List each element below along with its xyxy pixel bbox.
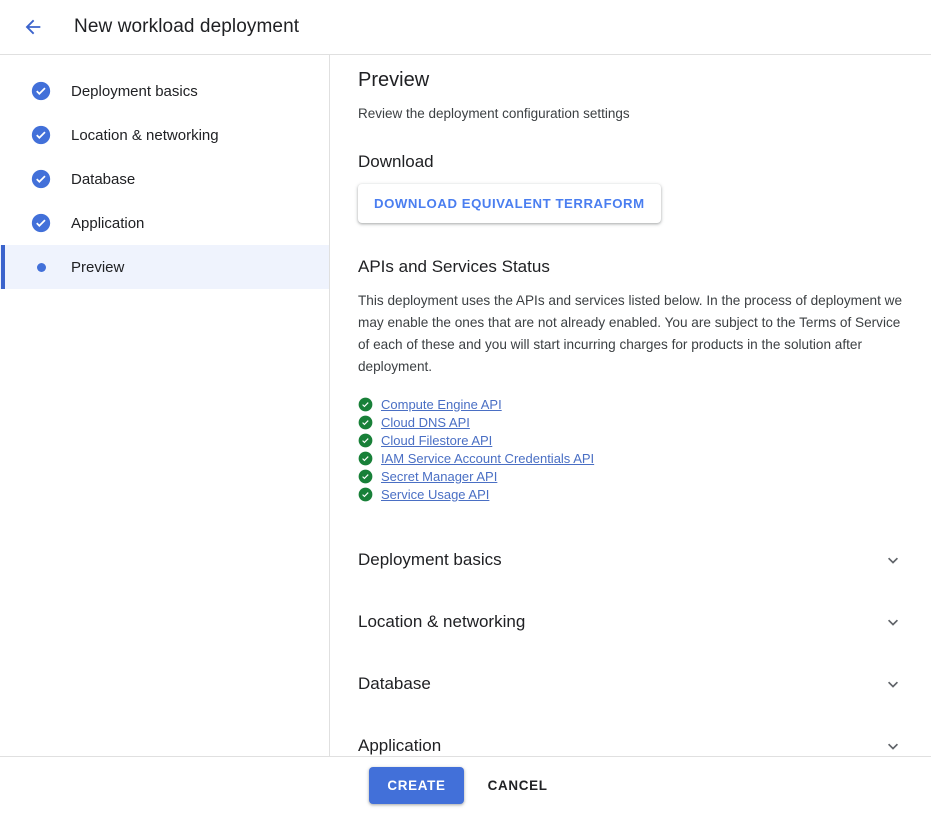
check-circle-green-icon xyxy=(358,469,373,484)
api-link[interactable]: Cloud DNS API xyxy=(381,415,470,430)
apis-status-heading: APIs and Services Status xyxy=(358,257,550,276)
sidebar-item-label: Application xyxy=(71,214,145,232)
preview-content: Preview Review the deployment configurat… xyxy=(330,55,931,756)
api-link[interactable]: Service Usage API xyxy=(381,487,489,502)
check-circle-icon xyxy=(29,167,53,191)
check-circle-green-icon xyxy=(358,433,373,448)
arrow-left-icon xyxy=(22,16,44,38)
accordion-section-deployment-basics[interactable]: Deployment basics xyxy=(358,529,907,591)
accordion-label: Location & networking xyxy=(358,612,526,631)
sidebar-item-application[interactable]: Application xyxy=(0,201,329,245)
accordion-section-location-networking[interactable]: Location & networking xyxy=(358,591,907,653)
api-link[interactable]: Cloud Filestore API xyxy=(381,433,492,448)
check-circle-icon xyxy=(29,211,53,235)
accordion-label: Application xyxy=(358,736,442,755)
check-circle-green-icon xyxy=(358,415,373,430)
page-title: New workload deployment xyxy=(74,16,300,37)
accordion-label: Database xyxy=(358,674,431,693)
sidebar-item-label: Preview xyxy=(71,258,125,276)
check-circle-icon xyxy=(29,79,53,103)
chevron-down-icon[interactable] xyxy=(881,672,905,696)
sidebar-item-label: Location & networking xyxy=(71,126,219,144)
dot-icon xyxy=(29,255,53,279)
cancel-button[interactable]: CANCEL xyxy=(474,767,562,804)
wizard-steps-sidebar: Deployment basics Location & networking xyxy=(0,55,330,756)
apis-status-description: This deployment uses the APIs and servic… xyxy=(358,293,903,374)
preview-heading: Preview xyxy=(358,69,430,91)
chevron-down-icon[interactable] xyxy=(881,548,905,572)
sidebar-item-database[interactable]: Database xyxy=(0,157,329,201)
check-circle-green-icon xyxy=(358,451,373,466)
sidebar-item-deployment-basics[interactable]: Deployment basics xyxy=(0,69,329,113)
download-terraform-button[interactable]: DOWNLOAD EQUIVALENT TERRAFORM xyxy=(358,184,661,223)
page-footer: CREATE CANCEL xyxy=(0,757,931,814)
accordion-section-database[interactable]: Database xyxy=(358,653,907,715)
check-circle-green-icon xyxy=(358,487,373,502)
summary-accordion: Deployment basics Location & networking xyxy=(358,529,907,756)
accordion-section-application[interactable]: Application xyxy=(358,715,907,756)
list-item: Secret Manager API xyxy=(358,467,907,485)
list-item: IAM Service Account Credentials API xyxy=(358,449,907,467)
accordion-label: Deployment basics xyxy=(358,550,502,569)
download-heading: Download xyxy=(358,152,434,171)
api-link[interactable]: Secret Manager API xyxy=(381,469,497,484)
chevron-down-icon[interactable] xyxy=(881,610,905,634)
list-item: Compute Engine API xyxy=(358,395,907,413)
create-button[interactable]: CREATE xyxy=(369,767,464,804)
api-link[interactable]: Compute Engine API xyxy=(381,397,502,412)
sidebar-item-location-networking[interactable]: Location & networking xyxy=(0,113,329,157)
api-list: Compute Engine API Cloud DNS API Cloud F… xyxy=(358,395,907,503)
new-workload-deployment-page: New workload deployment Deployment basic… xyxy=(0,0,931,814)
sidebar-item-preview[interactable]: Preview xyxy=(0,245,329,289)
list-item: Cloud Filestore API xyxy=(358,431,907,449)
check-circle-green-icon xyxy=(358,397,373,412)
chevron-down-icon[interactable] xyxy=(881,734,905,756)
back-button[interactable] xyxy=(13,7,53,47)
list-item: Cloud DNS API xyxy=(358,413,907,431)
sidebar-item-label: Database xyxy=(71,170,136,188)
check-circle-icon xyxy=(29,123,53,147)
page-body: Deployment basics Location & networking xyxy=(0,55,931,757)
page-header: New workload deployment xyxy=(0,0,931,55)
preview-subtitle: Review the deployment configuration sett… xyxy=(358,106,630,121)
list-item: Service Usage API xyxy=(358,485,907,503)
sidebar-item-label: Deployment basics xyxy=(71,82,198,100)
api-link[interactable]: IAM Service Account Credentials API xyxy=(381,451,594,466)
